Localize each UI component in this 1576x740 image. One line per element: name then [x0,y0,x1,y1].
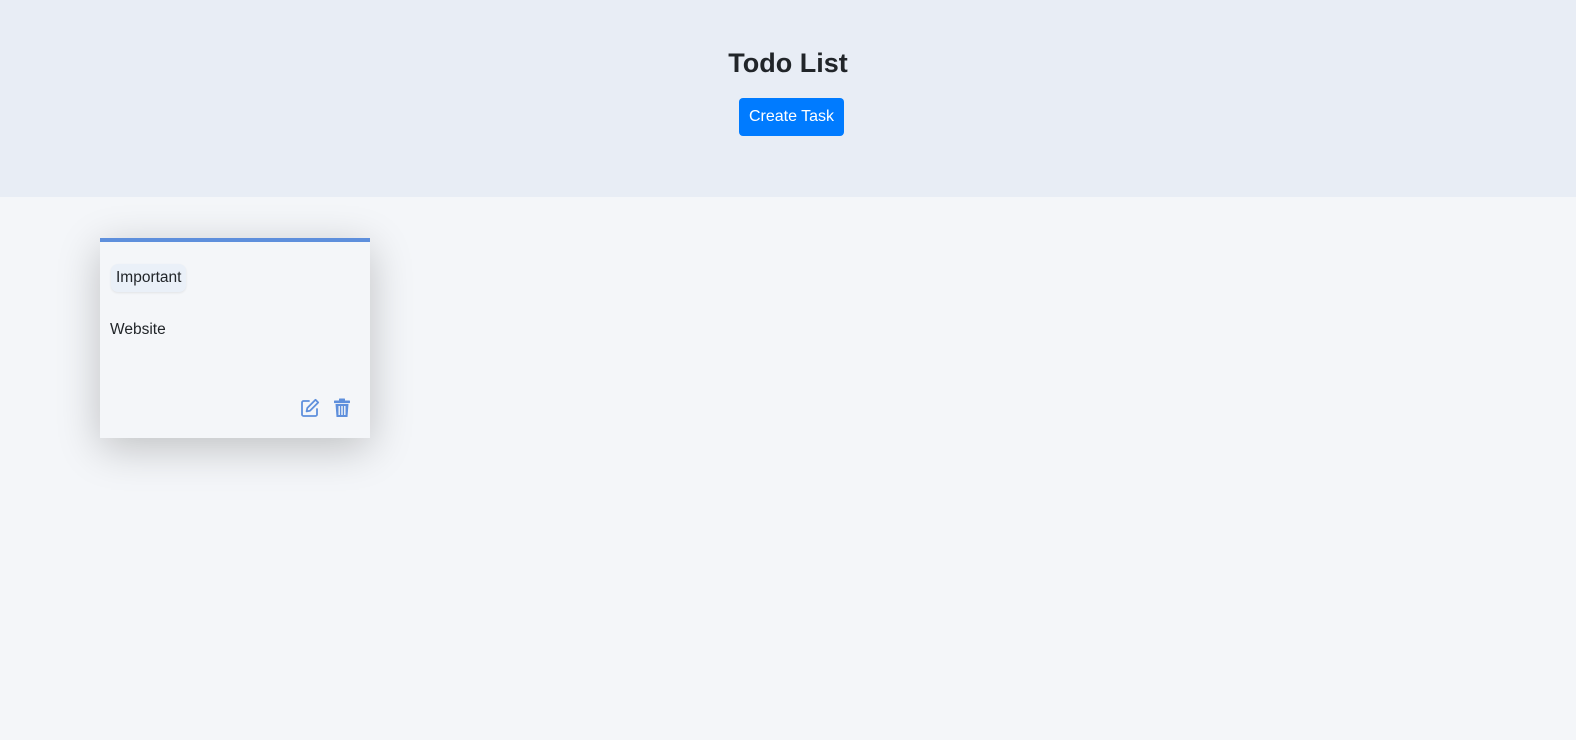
page-title: Todo List [728,48,848,78]
create-task-button[interactable]: Create Task [739,98,844,136]
task-description: Website [110,321,166,338]
page-header: Todo List Create Task [0,0,1576,197]
edit-icon[interactable] [299,397,321,419]
task-tag: Important [111,264,187,292]
task-card: Important Website [100,238,370,438]
trash-icon[interactable] [331,397,353,419]
